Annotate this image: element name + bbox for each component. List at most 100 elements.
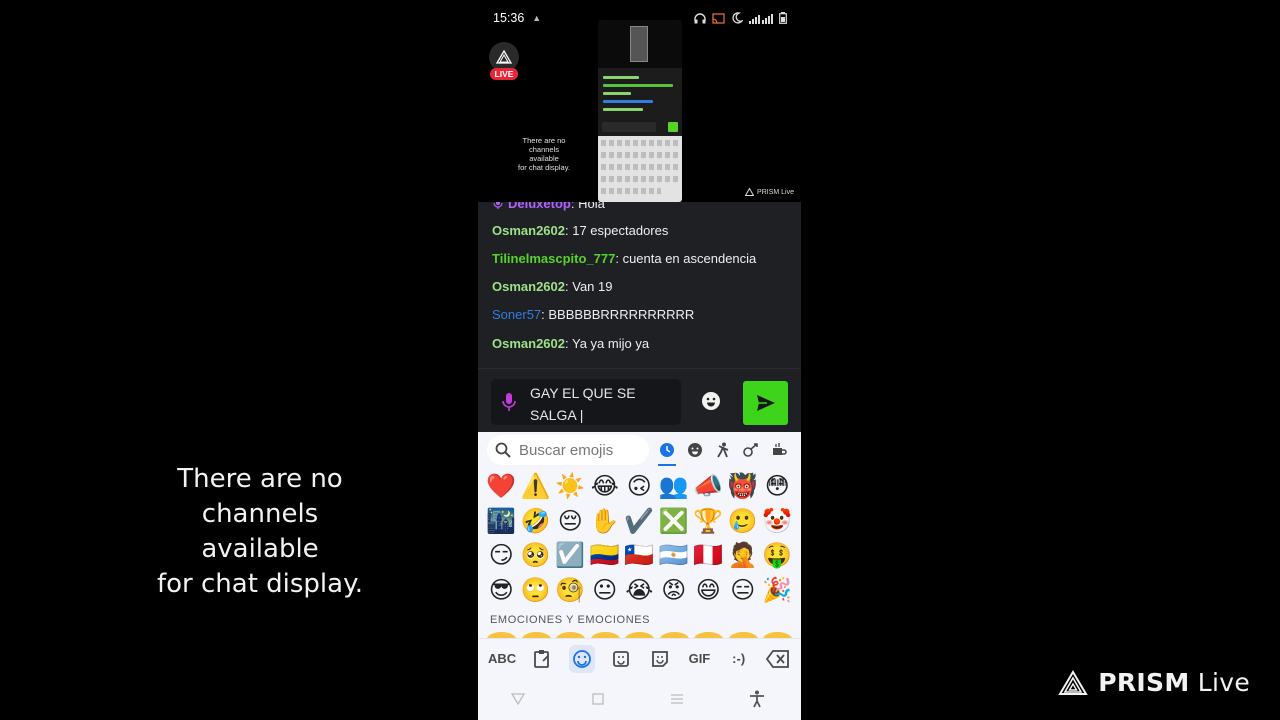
emoji-key[interactable]: 😑 [726,573,761,608]
chat-username[interactable]: Osman2602 [492,336,565,351]
emoji-key[interactable]: ❤️ [484,469,519,504]
chat-username[interactable]: Tilinelmascpito_777 [492,251,615,266]
abc-button[interactable]: ABC [488,645,516,673]
emoji-tab-icon[interactable] [568,644,595,673]
chat-message: Deluxetop: Hola [492,202,605,212]
emoji-key[interactable]: 🙃 [622,469,657,504]
chat-input[interactable]: GAY EL QUE SE SALGA | [491,379,681,425]
mirror-key-row [601,188,661,194]
emoji-key[interactable]: 🙄 [519,573,554,608]
emoji-key[interactable]: 🧐 [553,573,588,608]
chat-username[interactable]: Osman2602 [492,223,565,238]
mirror-keyboard [598,136,682,202]
emoji-key[interactable]: 😔 [553,504,588,539]
emoji-key[interactable]: ❎ [657,504,692,539]
emoji-key[interactable]: ☑️ [553,538,588,573]
search-icon [495,442,511,458]
chat-text: Ya ya mijo ya [572,336,650,351]
bitmoji-icon[interactable] [647,645,673,673]
emoji-toggle-icon[interactable] [700,390,722,412]
emoji-key[interactable]: 😭 [622,573,657,608]
gif-button[interactable]: GIF [686,645,712,673]
emoji-key[interactable]: ✋ [588,504,623,539]
emoji-key[interactable]: 🇵🇪 [691,538,726,573]
chat-composer: GAY EL QUE SE SALGA | [478,368,801,432]
emoji-key[interactable]: ✔️ [622,504,657,539]
emoji-key[interactable]: 😳 [760,469,795,504]
emoji-key[interactable]: 🌃 [484,504,519,539]
chat-text: 17 espectadores [572,223,669,238]
mirror-thumb [630,26,648,62]
no-channels-message: There are no channels available for chat… [156,464,364,599]
emoji-key[interactable]: 🥺 [519,538,554,573]
emoji-key[interactable]: 🎉 [760,573,795,608]
accessibility-icon[interactable] [745,687,769,711]
emoji-key[interactable]: 🏆 [691,504,726,539]
emoji-key[interactable]: 👹 [726,469,761,504]
stream-frame: There are no channels available for chat… [0,0,1280,720]
emoji-key[interactable]: 🤦 [726,538,761,573]
backspace-icon[interactable] [765,645,791,673]
emoji-category-tabs [656,436,790,466]
emoji-key[interactable]: 🇦🇷 [657,538,692,573]
person-icon[interactable] [712,436,734,464]
send-button[interactable] [743,381,788,425]
microphone-icon[interactable] [501,392,517,412]
nav-home-icon[interactable] [586,687,610,711]
chat-input-text[interactable]: GAY EL QUE SE SALGA | [530,382,670,426]
chat-message: Osman2602: Ya ya mijo ya [492,336,650,351]
emoji-key[interactable]: 😏 [484,538,519,573]
brand-bold: PRISM [1098,668,1190,697]
status-time: 15:36 [493,11,525,25]
chat-username[interactable]: Deluxetop [508,202,571,211]
clipboard-icon[interactable] [529,645,555,673]
emoji-key[interactable]: 😄 [691,573,726,608]
screen-mirror-preview [598,20,682,202]
sticker-icon[interactable] [608,645,634,673]
chat-message: Tilinelmascpito_777: cuenta en ascendenc… [492,251,757,266]
emoticon-button[interactable]: :-) [726,645,752,673]
mirror-send [668,122,678,132]
emoji-key[interactable]: 🤣 [519,504,554,539]
system-nav-bar [478,678,801,720]
chat-username[interactable]: Osman2602 [492,279,565,294]
emoji-key[interactable]: ⚠️ [519,469,554,504]
emoji-key[interactable]: 👥 [657,469,692,504]
recent-icon[interactable] [656,436,678,466]
moon-icon [732,12,743,24]
mirror-chat-line [603,92,631,95]
emoji-key[interactable]: 😡 [657,573,692,608]
activity-icon[interactable] [740,436,762,464]
prism-logo-icon [496,50,512,64]
emoji-key[interactable]: 🇨🇱 [622,538,657,573]
emoji-key[interactable]: ☀️ [553,469,588,504]
mirror-key-row [601,140,679,146]
emoji-grid: ❤️ ⚠️ ☀️ 😂 🙃 👥 📣 👹 😳 🌃 🤣 😔 ✋ ✔️ ❎ 🏆 🥲 🤡 😏 🥺 ☑️ 🇨🇴 🇨🇱 🇦🇷 🇵🇪 🤦 🤑 😎 🙄 🧐 😐… [484,469,796,607]
emoji-search-input[interactable]: Buscar emojis [487,435,649,465]
chat-message: Soner57: BBBBBBRRRRRRRRRR [492,307,695,322]
emoji-key[interactable]: 🥲 [726,504,761,539]
emoji-key[interactable]: 🤑 [760,538,795,573]
headphones-icon [694,12,706,23]
nav-back-icon[interactable] [506,687,530,711]
emoji-key[interactable]: 📣 [691,469,726,504]
emoji-key[interactable]: 😐 [588,573,623,608]
chat-text: BBBBBBRRRRRRRRRR [548,307,695,322]
upload-icon: ▲ [532,13,542,23]
smiley-icon[interactable] [684,436,706,464]
food-icon[interactable] [768,436,790,464]
chat-username[interactable]: Soner57 [492,307,541,322]
chat-text: Van 19 [572,279,613,294]
brand-light: Live [1189,668,1250,697]
chat-panel[interactable]: Deluxetop: Hola Osman2602: 17 espectador… [478,202,801,368]
emoji-key[interactable]: 🤡 [760,504,795,539]
emoji-key[interactable]: 😂 [588,469,623,504]
nav-recents-icon[interactable] [665,687,689,711]
emoji-search-placeholder: Buscar emojis [519,441,614,459]
mirror-key-row [601,152,679,158]
live-indicator[interactable]: LIVE [488,42,520,80]
preview-brand-text: PRISM Live [757,188,794,196]
emoji-key[interactable]: 🇨🇴 [588,538,623,573]
emoji-key[interactable]: 😎 [484,573,519,608]
prism-live-logo: PRISM Live [1058,668,1250,697]
